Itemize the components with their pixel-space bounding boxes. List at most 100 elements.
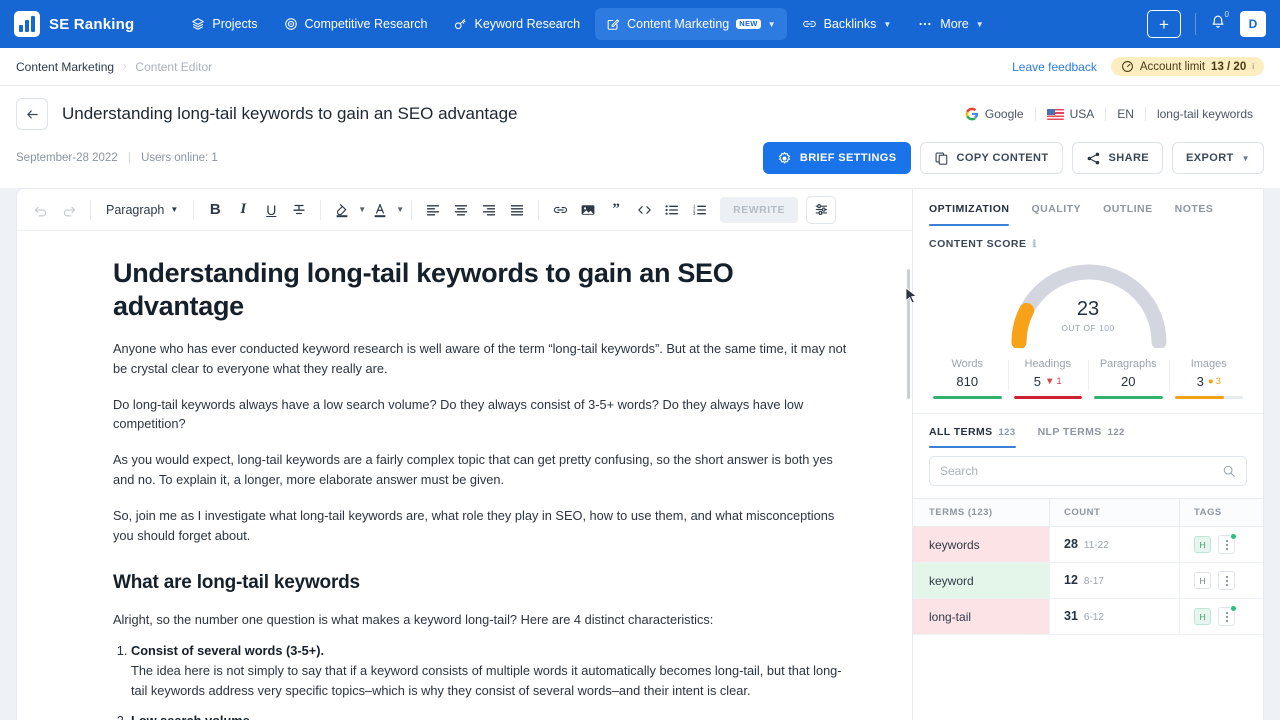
highlight-color-control[interactable]: ▼ [328, 196, 366, 224]
search-engine-meta[interactable]: Google [954, 107, 1035, 121]
column-header-tags[interactable]: TAGS [1179, 499, 1263, 526]
divider [1195, 13, 1196, 35]
tab-outline[interactable]: OUTLINE [1103, 203, 1165, 226]
bold-button[interactable]: B [201, 196, 229, 224]
align-center-icon [453, 203, 469, 217]
back-button[interactable] [16, 98, 48, 130]
chevron-down-icon[interactable]: ▼ [396, 205, 404, 214]
row-menu-button[interactable] [1218, 607, 1235, 626]
terms-search-box[interactable] [929, 456, 1247, 486]
add-button[interactable]: + [1147, 10, 1181, 38]
nav-item-competitive-research[interactable]: Competitive Research [273, 8, 439, 40]
insert-link-button[interactable] [546, 196, 574, 224]
brief-settings-label: BRIEF SETTINGS [800, 152, 897, 164]
nav-item-label: Competitive Research [305, 17, 428, 31]
strikethrough-button[interactable] [285, 196, 313, 224]
status-dot [1230, 605, 1237, 612]
share-button[interactable]: SHARE [1072, 142, 1164, 174]
divider [538, 200, 539, 220]
breadcrumb-right: Leave feedback Account limit 13 / 20 i [1012, 57, 1264, 76]
tab-nlp-terms[interactable]: NLP TERMS 122 [1038, 422, 1139, 450]
code-block-button[interactable] [630, 196, 658, 224]
content-score-header: CONTENT SCORE ℹ [913, 226, 1263, 250]
search-input[interactable] [940, 464, 1222, 478]
code-icon [636, 203, 653, 217]
brand-logo[interactable]: SE Ranking [14, 11, 134, 37]
insert-image-button[interactable] [574, 196, 602, 224]
tab-quality[interactable]: QUALITY [1031, 203, 1093, 226]
leave-feedback-link[interactable]: Leave feedback [1012, 60, 1097, 74]
column-header-count[interactable]: COUNT [1049, 499, 1179, 526]
heading-tag-toggle[interactable]: H [1194, 536, 1211, 553]
chevron-down-icon[interactable]: ▼ [358, 205, 366, 214]
term-tags-cell: H [1179, 599, 1263, 634]
undo-button[interactable] [27, 196, 55, 224]
text-color-control[interactable]: ▼ [366, 196, 404, 224]
block-format-select[interactable]: Paragraph ▼ [98, 196, 186, 224]
nav-item-backlinks[interactable]: Backlinks ▼ [791, 8, 903, 40]
table-row[interactable]: keyword 12 8-17 H [913, 563, 1263, 599]
bullet-list-button[interactable] [658, 196, 686, 224]
heading-tag-toggle[interactable]: H [1194, 572, 1211, 589]
gauge-value-block: 23 OUT OF 100 [913, 298, 1263, 333]
nav-item-label: Content Marketing [627, 17, 729, 31]
tab-optimization[interactable]: OPTIMIZATION [929, 203, 1021, 226]
language-meta[interactable]: EN [1105, 107, 1145, 121]
export-button[interactable]: EXPORT ▼ [1172, 142, 1264, 174]
document-paragraph: Anyone who has ever conducted keyword re… [113, 339, 848, 379]
nav-item-content-marketing[interactable]: Content Marketing NEW ▼ [595, 8, 786, 40]
align-left-icon [425, 203, 441, 217]
metric-value: 20 [1121, 374, 1135, 389]
document-heading-1: Understanding long-tail keywords to gain… [113, 257, 848, 323]
rewrite-button[interactable]: REWRITE [720, 197, 798, 223]
underline-button[interactable]: U [257, 196, 285, 224]
table-row[interactable]: keywords 28 11-22 H [913, 527, 1263, 563]
usa-flag-icon [1047, 109, 1064, 120]
notifications-button[interactable]: 0 [1210, 14, 1226, 35]
redo-button[interactable] [55, 196, 83, 224]
term-count-cell: 12 8-17 [1049, 563, 1179, 598]
keyword-meta[interactable]: long-tail keywords [1145, 107, 1264, 121]
tab-notes[interactable]: NOTES [1175, 203, 1226, 226]
document-editor-canvas[interactable]: Understanding long-tail keywords to gain… [17, 231, 912, 720]
page-actions: BRIEF SETTINGS COPY CONTENT SHARE [763, 142, 1264, 174]
account-limit-badge[interactable]: Account limit 13 / 20 i [1111, 57, 1264, 76]
metric-bar [1175, 396, 1244, 399]
align-justify-button[interactable] [503, 196, 531, 224]
row-menu-button[interactable] [1218, 571, 1235, 590]
text-color-button[interactable] [366, 196, 394, 224]
side-panel-tabs: OPTIMIZATION QUALITY OUTLINE NOTES [913, 189, 1263, 226]
user-avatar[interactable]: D [1240, 11, 1266, 37]
nav-item-projects[interactable]: Projects [180, 8, 268, 40]
metric-bar [1094, 396, 1163, 399]
tab-all-terms[interactable]: ALL TERMS 123 [929, 422, 1030, 450]
term-tags-cell: H [1179, 527, 1263, 562]
tab-label: ALL TERMS [929, 426, 993, 438]
country-meta[interactable]: USA [1035, 107, 1106, 121]
copy-content-button[interactable]: COPY CONTENT [920, 142, 1063, 174]
blockquote-button[interactable]: ” [602, 196, 630, 224]
nav-item-keyword-research[interactable]: Keyword Research [442, 8, 591, 40]
heading-tag-toggle[interactable]: H [1194, 608, 1211, 625]
column-header-terms[interactable]: TERMS (123) [913, 499, 1049, 526]
content-metrics: Words 810 Headings 5 ▼1 Paragraphs 20 Im… [913, 348, 1263, 413]
term-name: long-tail [913, 599, 1049, 634]
breadcrumb-parent[interactable]: Content Marketing [16, 60, 114, 74]
row-menu-button[interactable] [1218, 535, 1235, 554]
align-right-button[interactable] [475, 196, 503, 224]
target-icon [284, 17, 298, 31]
editor-settings-button[interactable] [806, 196, 836, 224]
nav-item-more[interactable]: More ▼ [906, 8, 994, 40]
italic-button[interactable]: I [229, 196, 257, 224]
info-superscript-icon: i [1252, 62, 1254, 71]
table-row[interactable]: long-tail 31 6-12 H [913, 599, 1263, 635]
numbered-list-button[interactable]: 123 [686, 196, 714, 224]
content-score-label: CONTENT SCORE [929, 238, 1027, 250]
nav-right-actions: + 0 D [1147, 10, 1266, 38]
align-center-button[interactable] [447, 196, 475, 224]
highlight-color-button[interactable] [328, 196, 356, 224]
info-icon[interactable]: ℹ [1033, 239, 1037, 250]
align-left-button[interactable] [419, 196, 447, 224]
brief-settings-button[interactable]: BRIEF SETTINGS [763, 142, 911, 174]
se-ranking-logo-icon [14, 11, 40, 37]
